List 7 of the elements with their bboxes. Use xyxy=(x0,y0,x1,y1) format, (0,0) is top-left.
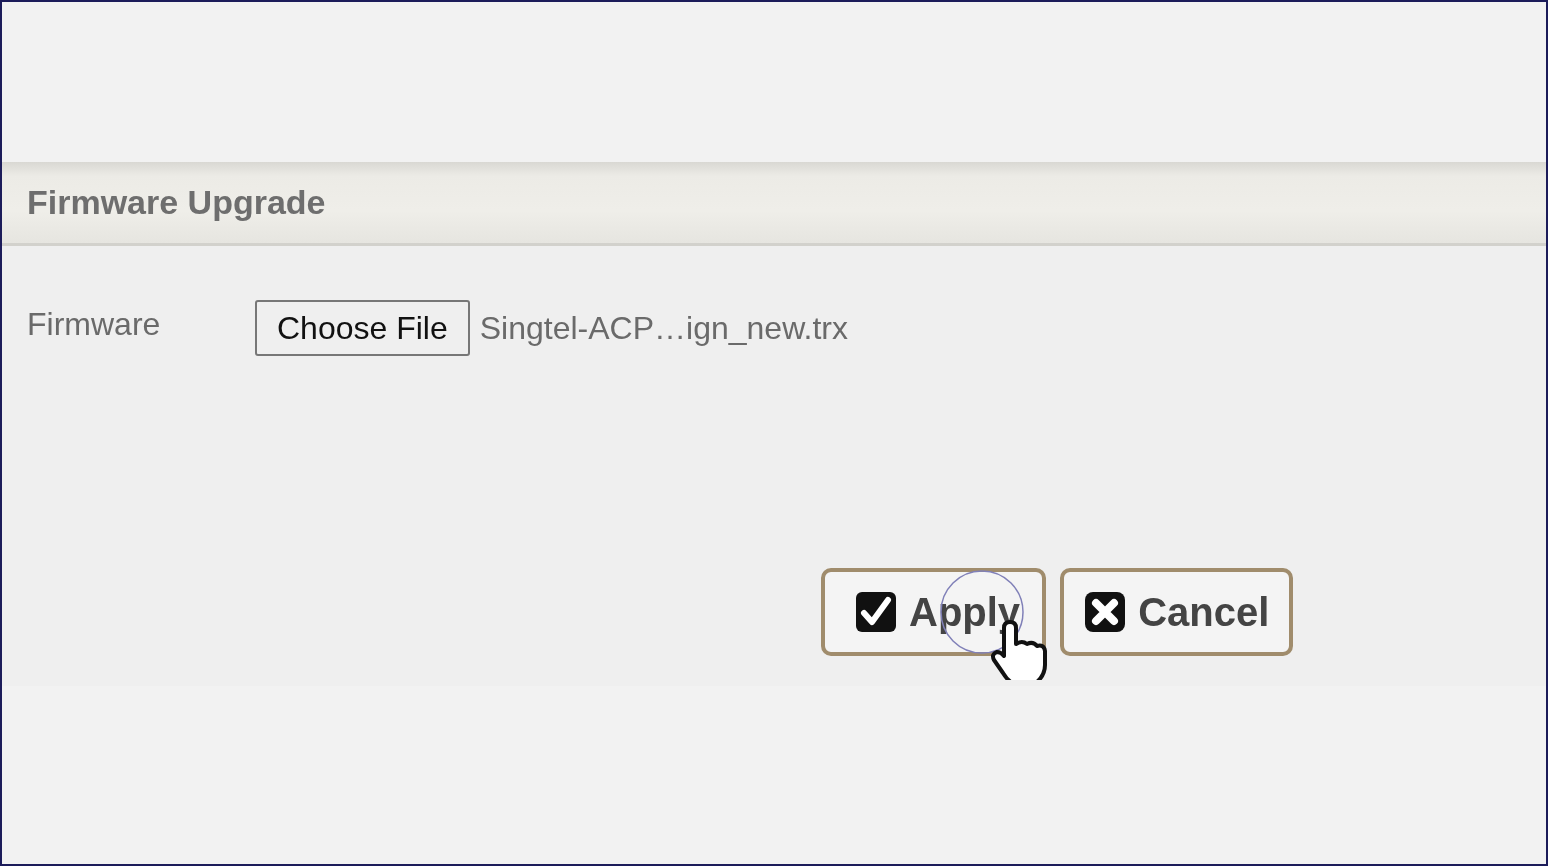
file-name: Singtel-ACP…ign_new.trx xyxy=(479,309,848,347)
close-icon xyxy=(1084,591,1127,633)
section-title: Firmware Upgrade xyxy=(27,183,326,222)
choose-file-button[interactable]: Choose File xyxy=(255,300,470,356)
field-label: Firmware xyxy=(27,305,162,343)
cancel-button[interactable]: Cancel xyxy=(1060,568,1294,656)
checkbox-icon xyxy=(855,591,897,633)
